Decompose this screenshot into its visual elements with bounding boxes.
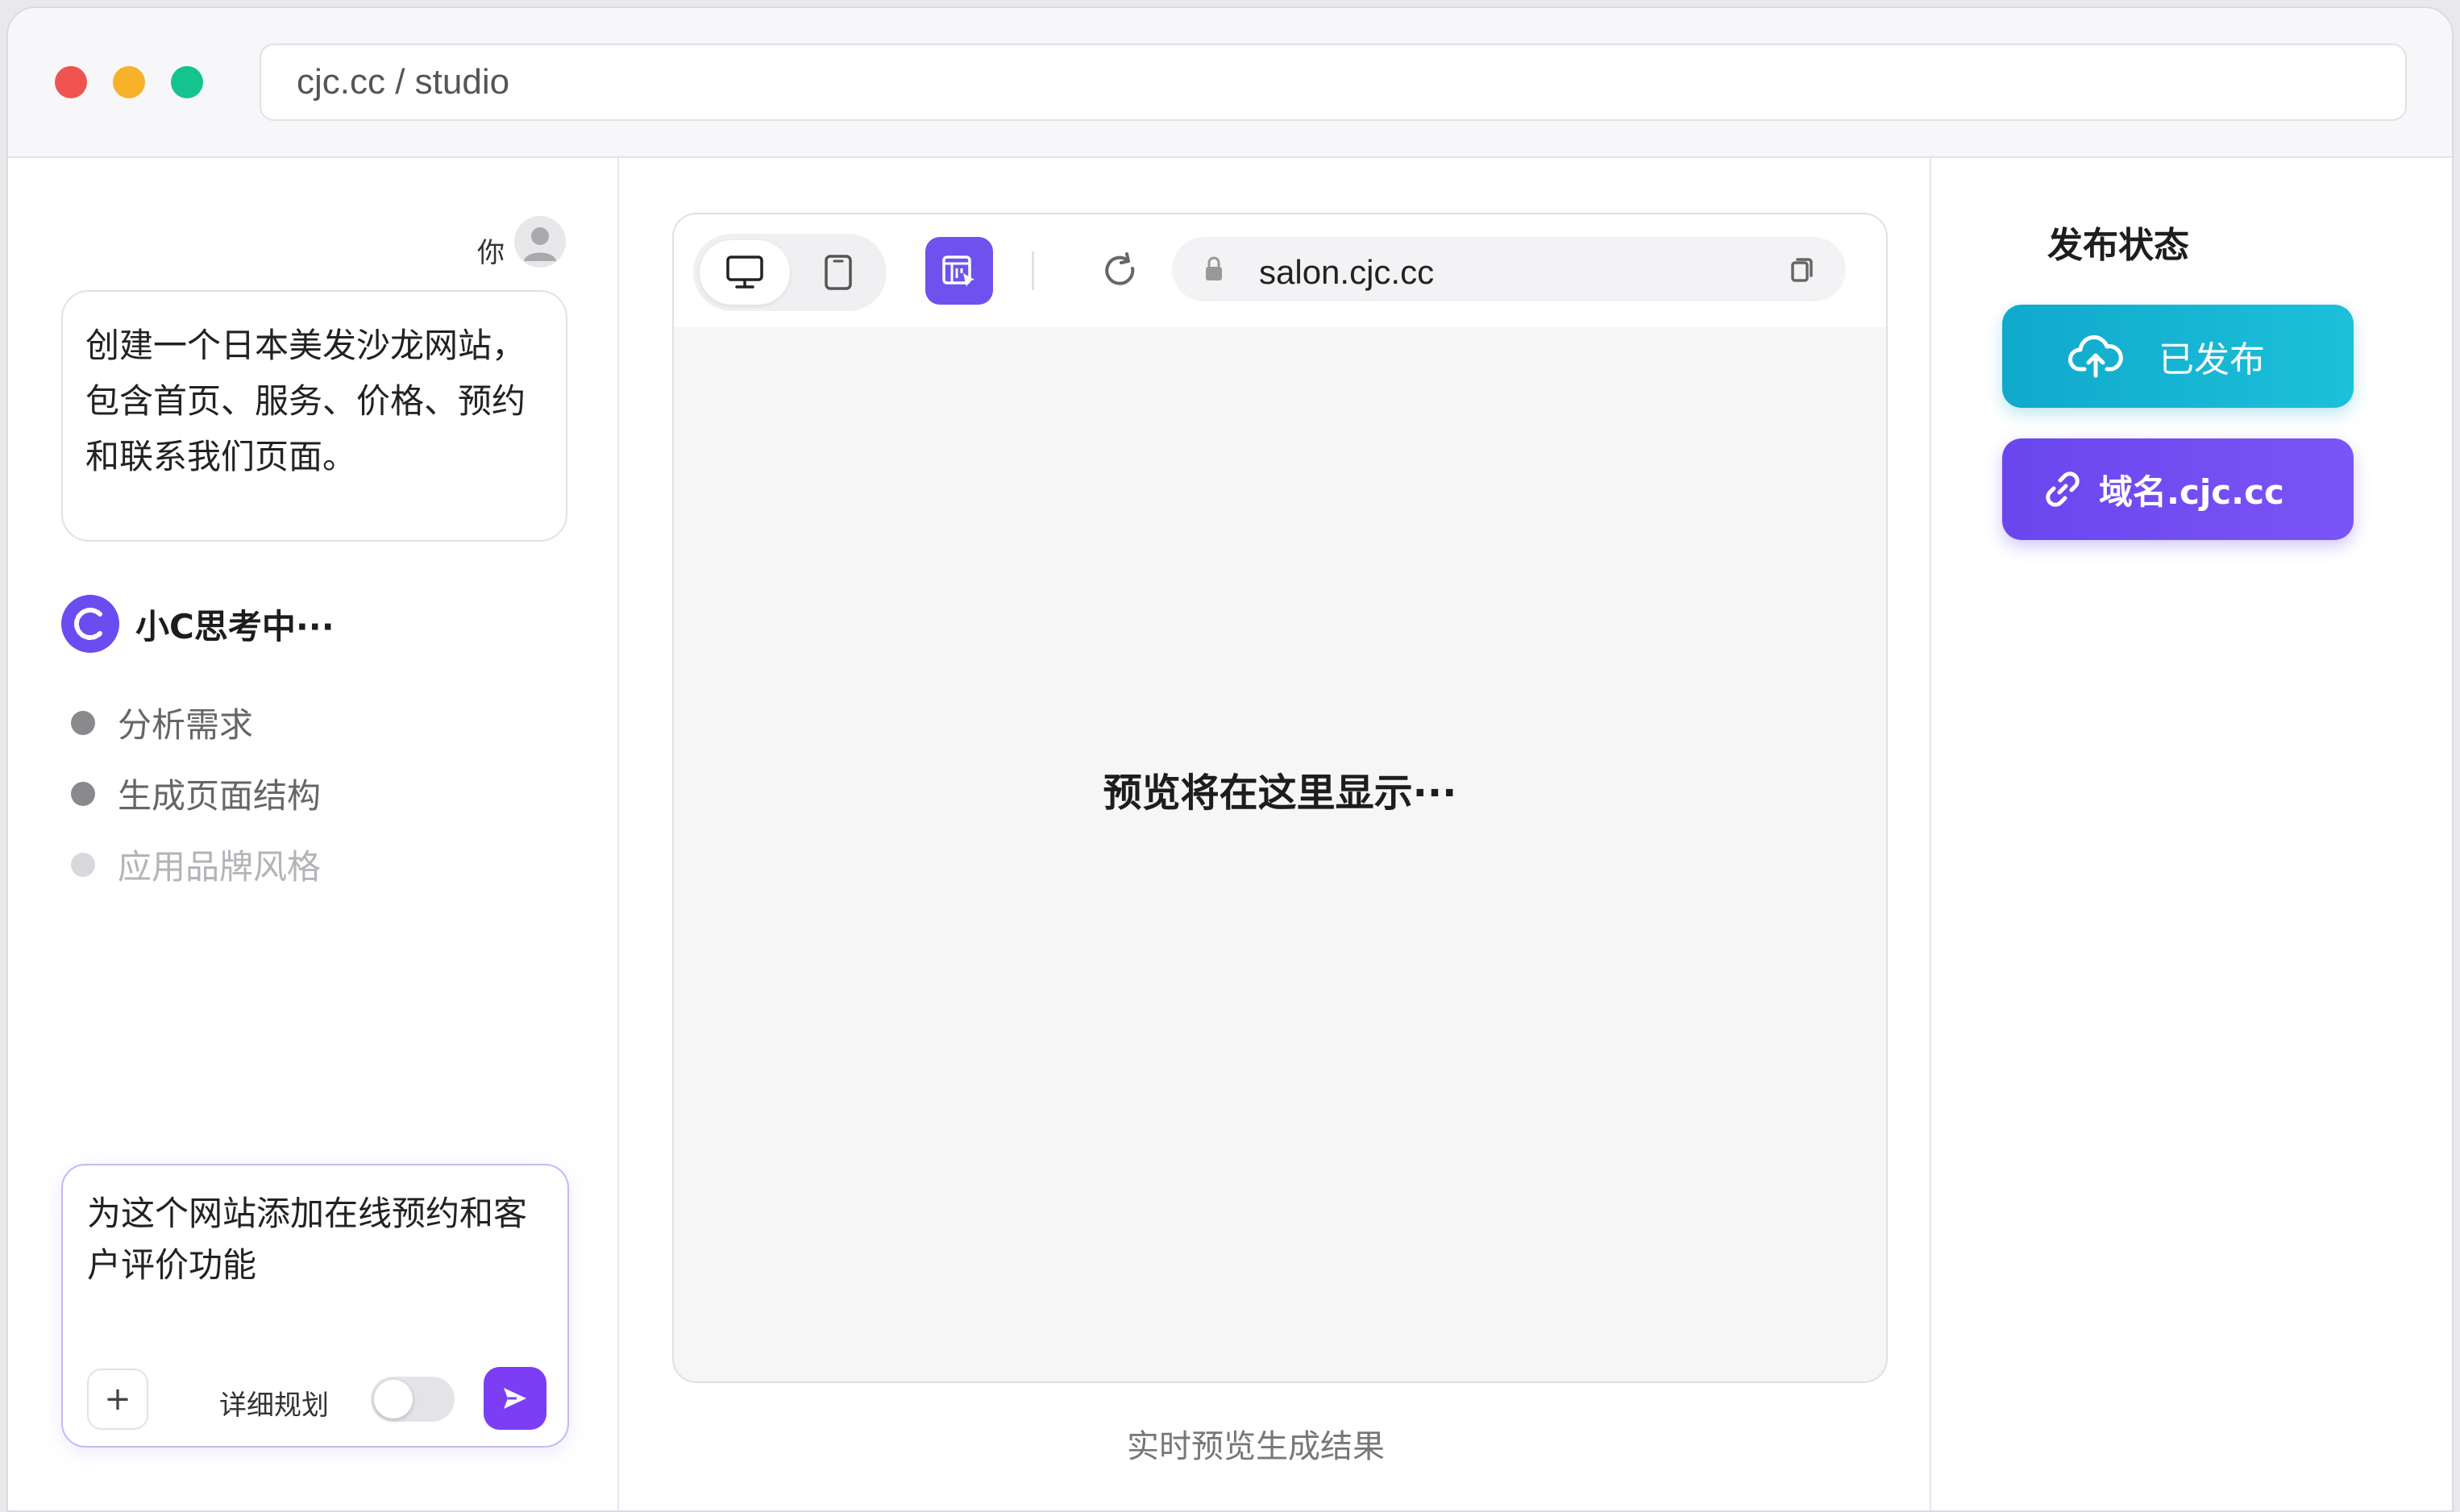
publish-status-title: 发布状态 [2047, 225, 2189, 266]
tablet-view-button[interactable] [793, 240, 883, 305]
publish-panel: 发布状态 已发布 域名.cjc.cc [1930, 158, 2452, 1510]
user-message-bubble: 创建一个日本美发沙龙网站，包含首页、服务、价格、预约和联系我们页面。 [61, 290, 567, 542]
preview-caption: 实时预览生成结果 [1127, 1428, 1385, 1465]
plan-toggle-label: 详细规划 [219, 1389, 329, 1422]
visual-edit-icon [942, 255, 974, 287]
preview-placeholder: 预览将在这里显示··· [1103, 771, 1457, 816]
device-switcher [693, 234, 887, 311]
app-window: cjc.cc / studio 你 创建一个日本美发沙龙网站，包含首页、服务、价… [6, 6, 2454, 1512]
address-bar[interactable]: cjc.cc / studio [260, 44, 2407, 121]
step-item: 应用品牌风格 [71, 840, 321, 889]
assistant-header: 小C思考中··· [61, 595, 335, 653]
published-button[interactable]: 已发布 [2002, 305, 2354, 408]
assistant-status: 小C思考中··· [135, 606, 335, 646]
domain-label: 域名.cjc.cc [2099, 471, 2284, 512]
add-attachment-button[interactable]: + [87, 1369, 148, 1430]
step-pending-dot-icon [71, 852, 95, 877]
step-item: 生成页面结构 [71, 769, 321, 818]
domain-button[interactable]: 域名.cjc.cc [2002, 438, 2354, 540]
desktop-icon [726, 255, 763, 289]
maximize-window-button[interactable] [171, 66, 203, 98]
reload-icon [1105, 252, 1135, 285]
step-done-dot-icon [71, 710, 95, 735]
chat-panel: 你 创建一个日本美发沙龙网站，包含首页、服务、价格、预约和联系我们页面。 小C思… [8, 158, 619, 1510]
user-message-text: 创建一个日本美发沙龙网站，包含首页、服务、价格、预约和联系我们页面。 [85, 326, 526, 476]
assistant-logo-icon [61, 595, 119, 653]
user-label: 你 [477, 237, 505, 269]
minimize-window-button[interactable] [113, 66, 145, 98]
published-label: 已发布 [2159, 339, 2265, 380]
step-label: 应用品牌风格 [118, 847, 322, 887]
composer-input[interactable]: 为这个网站添加在线预约和客户评价功能 [87, 1188, 543, 1291]
step-item: 分析需求 [71, 698, 253, 747]
lock-icon [1206, 256, 1222, 280]
step-label: 生成页面结构 [118, 776, 322, 816]
toggle-knob [374, 1380, 413, 1419]
desktop-view-button[interactable] [700, 240, 790, 305]
message-composer[interactable]: 为这个网站添加在线预约和客户评价功能 + 详细规划 [61, 1164, 569, 1448]
user-avatar-icon [514, 216, 566, 268]
close-window-button[interactable] [55, 66, 87, 98]
send-icon [504, 1388, 526, 1409]
visual-edit-button[interactable] [925, 237, 993, 305]
send-button[interactable] [484, 1367, 546, 1430]
preview-frame: salon.cjc.cc 预览将在这里显示··· [672, 213, 1888, 1383]
reload-button[interactable] [1095, 245, 1146, 297]
step-done-dot-icon [71, 781, 95, 806]
link-icon [2046, 471, 2080, 507]
preview-toolbar: salon.cjc.cc [674, 214, 1886, 327]
plus-icon: + [104, 1381, 131, 1418]
title-bar: cjc.cc / studio [8, 8, 2452, 158]
address-text: cjc.cc / studio [297, 62, 510, 102]
cloud-upload-icon [2068, 335, 2123, 378]
step-label: 分析需求 [118, 705, 254, 745]
preview-url-text: salon.cjc.cc [1259, 253, 1435, 291]
copy-icon[interactable] [1786, 253, 1818, 285]
preview-url-bar[interactable]: salon.cjc.cc [1172, 237, 1846, 301]
tablet-icon [825, 255, 852, 290]
plan-toggle[interactable] [371, 1377, 455, 1422]
preview-panel: salon.cjc.cc 预览将在这里显示··· 实时预览生成结果 [619, 158, 1930, 1510]
toolbar-divider [1032, 251, 1034, 290]
